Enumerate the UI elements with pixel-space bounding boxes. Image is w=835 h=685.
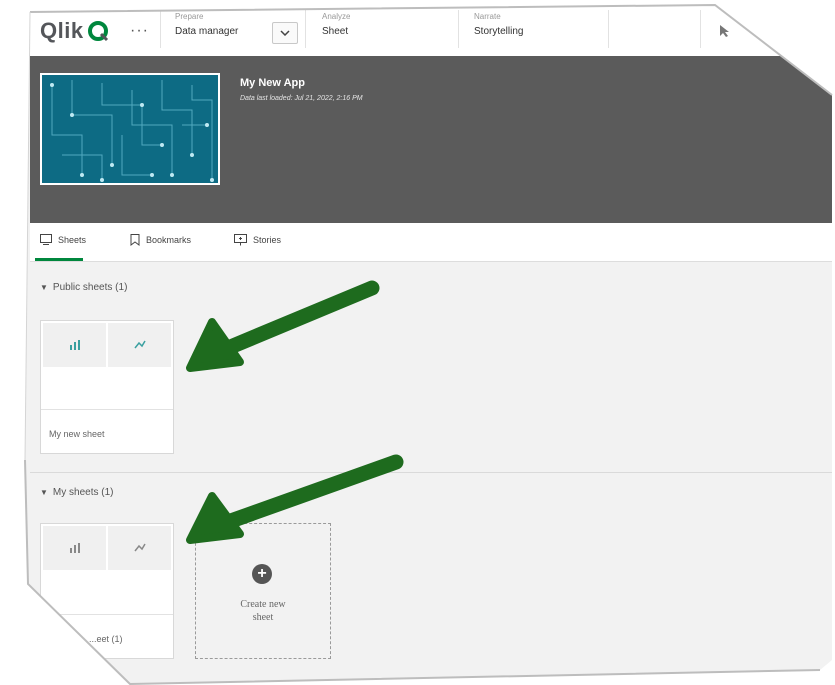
card-divider: [41, 409, 173, 410]
tab-sheets-label: Sheets: [58, 234, 87, 245]
prepare-value: Data manager: [175, 26, 239, 37]
tab-stories-label: Stories: [253, 235, 282, 245]
chevron-down-icon: [280, 30, 290, 36]
story-icon: [234, 234, 247, 246]
bar-chart-icon: [69, 340, 80, 350]
toolbar-divider: [305, 10, 306, 48]
sheet-title: My new sheet: [49, 429, 105, 439]
narrate-menu[interactable]: Narrate Storytelling: [474, 12, 523, 37]
section-divider: [30, 472, 832, 473]
collapse-triangle-icon: ▼: [40, 488, 48, 497]
analyze-menu[interactable]: Analyze Sheet: [322, 12, 350, 37]
my-sheets-heading-text: My sheets (1): [52, 487, 114, 498]
collapse-triangle-icon: ▼: [40, 283, 48, 292]
tab-bookmarks[interactable]: Bookmarks: [130, 234, 191, 246]
thumb-cell: [43, 323, 106, 367]
public-sheet-card[interactable]: My new sheet: [40, 320, 174, 454]
sheet-thumbnail: [43, 526, 171, 570]
narrate-value: Storytelling: [474, 26, 524, 37]
app-thumbnail: [40, 73, 220, 185]
toolbar-divider: [160, 10, 161, 48]
qlik-app-window: Qlik ··· Prepare Data manager Analyze Sh…: [25, 5, 832, 684]
thumb-cell: [108, 526, 171, 570]
create-new-sheet-button[interactable]: + Create new sheet: [195, 523, 331, 659]
plus-icon: +: [252, 564, 272, 584]
sheet-icon: [40, 234, 52, 245]
create-label-line-1: Create new: [240, 599, 286, 610]
analyze-label: Analyze: [322, 12, 351, 21]
circuit-pattern-image: [50, 80, 214, 182]
kpi-icon: [133, 543, 146, 552]
tab-bookmarks-label: Bookmarks: [146, 235, 192, 245]
my-sheets-heading[interactable]: ▼ My sheets (1): [40, 487, 114, 498]
more-menu-icon[interactable]: ···: [130, 22, 149, 40]
card-divider: [41, 614, 173, 615]
data-last-loaded-text: Data last loaded: Jul 21, 2022, 2:16 PM: [240, 95, 363, 102]
bookmark-icon: [130, 234, 140, 246]
app-title: My New App: [240, 77, 305, 89]
pointer-icon[interactable]: [718, 24, 732, 38]
bar-chart-icon: [69, 543, 80, 553]
narrate-label: Narrate: [474, 12, 501, 21]
prepare-label: Prepare: [175, 12, 204, 21]
my-sheet-card[interactable]: ...eet (1): [40, 523, 174, 659]
screenshot-frame: Qlik ··· Prepare Data manager Analyze Sh…: [0, 0, 835, 685]
thumb-cell: [43, 526, 106, 570]
toolbar-divider: [700, 10, 701, 48]
create-new-sheet-label: Create new sheet: [196, 598, 330, 624]
kpi-icon: [133, 340, 146, 349]
prepare-menu[interactable]: Prepare Data manager: [175, 12, 238, 37]
qlik-q-icon: [87, 20, 109, 42]
active-tab-indicator: [35, 258, 83, 261]
sheet-title: ...eet (1): [89, 634, 123, 644]
sheet-thumbnail: [43, 323, 171, 367]
toolbar-divider: [608, 10, 609, 48]
thumb-cell: [108, 323, 171, 367]
analyze-value: Sheet: [322, 26, 349, 37]
logo-text: Qlik: [40, 18, 84, 43]
tab-stories[interactable]: Stories: [234, 234, 281, 246]
prepare-dropdown-button[interactable]: [272, 22, 298, 44]
public-sheets-heading-text: Public sheets (1): [52, 282, 128, 293]
tab-sheets[interactable]: Sheets: [40, 234, 86, 245]
create-label-line-2: sheet: [252, 612, 274, 623]
public-sheets-heading[interactable]: ▼ Public sheets (1): [40, 282, 127, 293]
top-toolbar: Qlik ··· Prepare Data manager Analyze Sh…: [25, 5, 832, 57]
toolbar-divider: [458, 10, 459, 48]
qlik-logo[interactable]: Qlik: [40, 18, 109, 44]
